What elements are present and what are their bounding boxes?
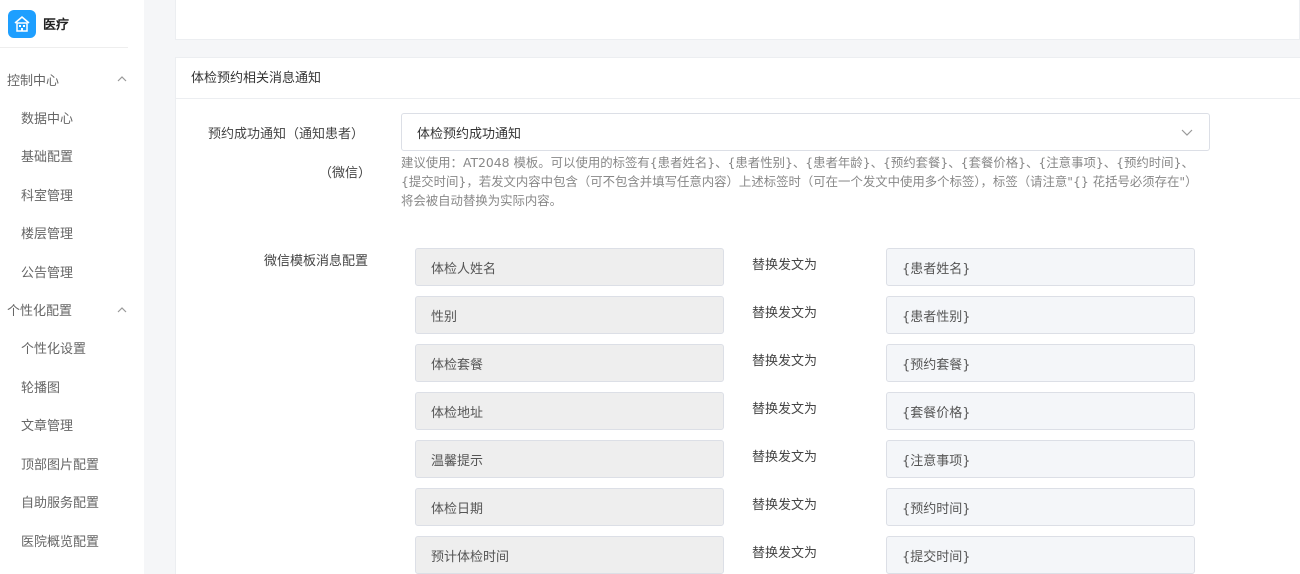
mapping-row: 体检地址 替换发文为 {套餐价格} xyxy=(176,392,1300,430)
help-text: 建议使用：AT2048 模板。可以使用的标签有{患者姓名}、{患者性别}、{患者… xyxy=(401,155,1198,208)
sidebar-item-hospital-overview[interactable]: 医院概览配置 xyxy=(0,521,144,560)
chevron-up-icon xyxy=(117,76,127,82)
replace-value-input[interactable]: {套餐价格} xyxy=(886,392,1195,430)
chevron-up-icon xyxy=(117,306,127,312)
replace-value-input[interactable]: {患者性别} xyxy=(886,296,1195,334)
sidebar-item-data-center[interactable]: 数据中心 xyxy=(0,98,144,137)
wechat-field-input[interactable]: 体检日期 xyxy=(415,488,724,526)
replace-value-input[interactable]: {注意事项} xyxy=(886,440,1195,478)
menu-group-label: 控制中心 xyxy=(7,73,60,89)
sidebar-item-articles[interactable]: 文章管理 xyxy=(0,406,144,445)
sidebar-item-carousel[interactable]: 轮播图 xyxy=(0,367,144,406)
replace-label: 替换发文为 xyxy=(752,258,818,273)
notify-label: 预约成功通知（通知患者） xyxy=(208,127,365,142)
replace-value-input[interactable]: {预约套餐} xyxy=(886,344,1195,382)
sidebar-item-department[interactable]: 科室管理 xyxy=(0,175,144,214)
menu-group-label: 个性化配置 xyxy=(7,304,73,319)
mapping-row: 温馨提示 替换发文为 {注意事项} xyxy=(176,440,1300,478)
brand: 医疗 xyxy=(0,0,128,48)
mapping-row: 体检日期 替换发文为 {预约时间} xyxy=(176,488,1300,526)
brand-name: 医疗 xyxy=(43,18,70,33)
card-title: 体检预约相关消息通知 xyxy=(176,58,1300,99)
replace-label: 替换发文为 xyxy=(752,402,818,417)
replace-label: 替换发文为 xyxy=(752,354,818,369)
mapping-row: 体检人姓名 替换发文为 {患者姓名} xyxy=(176,248,1300,286)
wechat-field-input[interactable]: 预计体检时间 xyxy=(415,536,724,574)
menu-group-control-center[interactable]: 控制中心 xyxy=(0,60,144,98)
chevron-down-icon xyxy=(1181,129,1193,136)
notification-card: 体检预约相关消息通知 预约成功通知（通知患者） （微信） 体检预约成功通知 建议… xyxy=(175,57,1300,574)
replace-value-input[interactable]: {预约时间} xyxy=(886,488,1195,526)
sidebar-item-top-image[interactable]: 顶部图片配置 xyxy=(0,444,144,483)
menu-group-personalization[interactable]: 个性化配置 xyxy=(0,291,144,329)
sidebar: 医疗 控制中心 数据中心 基础配置 科室管理 楼层管理 公告管理 个性化配置 个… xyxy=(0,0,144,574)
wechat-field-input[interactable]: 体检套餐 xyxy=(415,344,724,382)
replace-value-input[interactable]: {患者姓名} xyxy=(886,248,1195,286)
sidebar-menu: 控制中心 数据中心 基础配置 科室管理 楼层管理 公告管理 个性化配置 个性化设… xyxy=(0,60,144,560)
wechat-field-input[interactable]: 体检地址 xyxy=(415,392,724,430)
replace-label: 替换发文为 xyxy=(752,546,818,561)
wechat-field-input[interactable]: 温馨提示 xyxy=(415,440,724,478)
hospital-icon xyxy=(8,9,36,38)
mapping-row: 预计体检时间 替换发文为 {提交时间} xyxy=(176,536,1300,574)
sidebar-item-personal-settings[interactable]: 个性化设置 xyxy=(0,329,144,368)
replace-label: 替换发文为 xyxy=(752,306,818,321)
replace-value-input[interactable]: {提交时间} xyxy=(886,536,1195,574)
main-content: 体检预约相关消息通知 预约成功通知（通知患者） （微信） 体检预约成功通知 建议… xyxy=(144,0,1300,574)
notify-channel-label: （微信） xyxy=(319,166,372,181)
previous-card xyxy=(175,0,1300,40)
sidebar-item-self-service[interactable]: 自助服务配置 xyxy=(0,483,144,522)
replace-label: 替换发文为 xyxy=(752,450,818,465)
template-select-value: 体检预约成功通知 xyxy=(417,126,522,142)
wechat-field-input[interactable]: 性别 xyxy=(415,296,724,334)
mapping-row: 体检套餐 替换发文为 {预约套餐} xyxy=(176,344,1300,382)
sidebar-item-basic-config[interactable]: 基础配置 xyxy=(0,137,144,176)
replace-label: 替换发文为 xyxy=(752,498,818,513)
sidebar-item-floor[interactable]: 楼层管理 xyxy=(0,214,144,253)
sidebar-item-announcement[interactable]: 公告管理 xyxy=(0,252,144,291)
template-select[interactable]: 体检预约成功通知 xyxy=(401,113,1210,151)
mapping-row: 性别 替换发文为 {患者性别} xyxy=(176,296,1300,334)
wechat-field-input[interactable]: 体检人姓名 xyxy=(415,248,724,286)
